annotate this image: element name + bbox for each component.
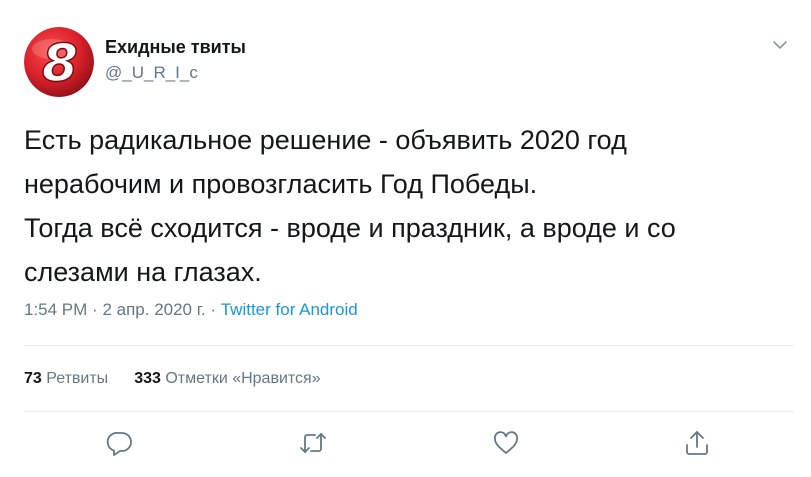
- reply-icon: [106, 432, 132, 456]
- display-name[interactable]: Ехидные твиты: [105, 37, 246, 58]
- tweet-stats: 73 Ретвиты 333 Отметки «Нравится»: [24, 370, 321, 388]
- reply-button[interactable]: [105, 428, 135, 458]
- likes-label: Отметки «Нравится»: [165, 370, 321, 387]
- avatar[interactable]: 8: [24, 27, 94, 97]
- retweet-button[interactable]: [298, 428, 328, 458]
- channel-8-logo-icon: 8: [24, 27, 94, 97]
- more-options-button[interactable]: [771, 36, 789, 54]
- divider: [24, 411, 794, 412]
- tweet-text-line: нерабочим и провозгласить Год Победы.: [24, 169, 538, 199]
- tweet-text-line: Есть радикальное решение - объявить 2020…: [24, 125, 627, 155]
- tweet-date[interactable]: 2 апр. 2020 г.: [102, 300, 205, 319]
- tweet-card: 8 Ехидные твиты @_U_R_I_c Есть радикальн…: [0, 0, 811, 477]
- retweets-label: Ретвиты: [46, 370, 109, 387]
- meta-separator: ·: [210, 300, 216, 319]
- chevron-down-icon: [773, 41, 787, 49]
- likes-stat[interactable]: 333 Отметки «Нравится»: [134, 370, 320, 387]
- tweet-source-link[interactable]: Twitter for Android: [221, 300, 358, 319]
- share-button[interactable]: [682, 428, 712, 458]
- heart-icon: [494, 431, 518, 454]
- tweet-text: Есть радикальное решение - объявить 2020…: [24, 118, 794, 294]
- tweet-text-line: Тогда всё сходится - вроде и праздник, а…: [24, 213, 676, 243]
- retweets-stat[interactable]: 73 Ретвиты: [24, 370, 108, 387]
- retweets-count: 73: [24, 370, 42, 387]
- tweet-time[interactable]: 1:54 PM: [24, 300, 87, 319]
- share-icon: [686, 431, 708, 455]
- user-handle[interactable]: @_U_R_I_c: [105, 63, 198, 83]
- likes-count: 333: [134, 370, 161, 387]
- tweet-meta: 1:54 PM · 2 апр. 2020 г. · Twitter for A…: [24, 300, 358, 320]
- like-button[interactable]: [491, 428, 521, 458]
- retweet-icon: [300, 433, 326, 453]
- divider: [24, 345, 794, 346]
- meta-separator: ·: [92, 300, 98, 319]
- avatar-glyph: 8: [42, 34, 78, 94]
- tweet-text-line: слезами на глазах.: [24, 257, 262, 287]
